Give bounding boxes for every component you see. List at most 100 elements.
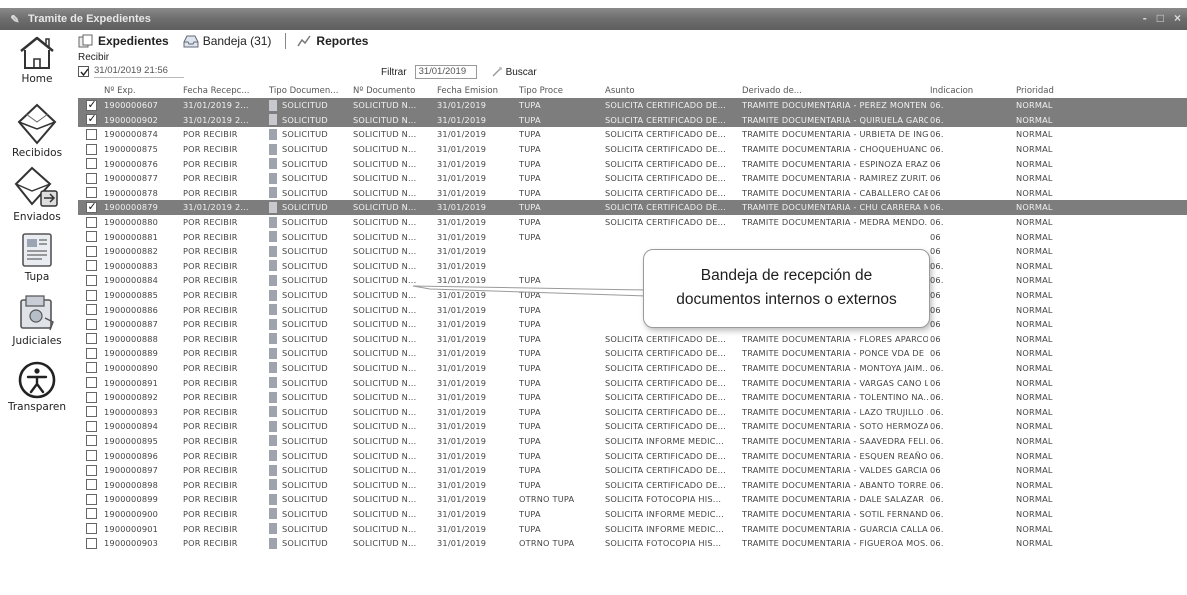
table-row[interactable]: 1900000902 31/01/2019 2... SOLICITUD SOLICI… — [78, 112, 1187, 128]
maximize-button[interactable]: □ — [1157, 11, 1164, 25]
row-select-cell — [78, 128, 102, 140]
row-checkbox[interactable] — [85, 479, 97, 491]
table-row[interactable]: 1900000903 POR RECIBIR SOLICITUD SOLICITUD … — [78, 536, 1187, 551]
table-row[interactable]: 1900000884 POR RECIBIR SOLICITUD SOLICITUD … — [78, 273, 1187, 288]
row-checkbox[interactable] — [85, 114, 97, 126]
row-checkbox[interactable] — [85, 231, 97, 243]
cell-tipo-proc: OTRNO TUPA — [519, 538, 575, 549]
sidebar-item-recibidos[interactable]: Recibidos — [0, 102, 74, 159]
table-row[interactable]: 1900000883 POR RECIBIR SOLICITUD SOLICITUD … — [78, 259, 1187, 274]
table-row[interactable]: 1900000875 POR RECIBIR SOLICITUD SOLICITUD … — [78, 142, 1187, 157]
row-checkbox[interactable] — [85, 420, 97, 432]
row-checkbox[interactable] — [85, 128, 97, 140]
row-checkbox[interactable] — [85, 158, 97, 170]
table-row[interactable]: 1900000896 POR RECIBIR SOLICITUD SOLICITUD … — [78, 448, 1187, 463]
row-checkbox[interactable] — [85, 537, 97, 549]
table-row[interactable]: 1900000897 POR RECIBIR SOLICITUD SOLICITUD … — [78, 463, 1187, 478]
column-header[interactable]: Fecha Recepc... — [181, 86, 267, 96]
row-checkbox[interactable] — [85, 289, 97, 301]
column-header[interactable]: Indicacion — [928, 86, 1014, 96]
sidebar-item-transparencia[interactable]: Transparen — [0, 360, 74, 413]
table-row[interactable]: 1900000892 POR RECIBIR SOLICITUD SOLICITUD … — [78, 390, 1187, 405]
cell-exp: 1900000884 — [104, 275, 159, 286]
table-row[interactable]: 1900000889 POR RECIBIR SOLICITUD SOLICITUD … — [78, 346, 1187, 361]
row-checkbox[interactable] — [85, 347, 97, 359]
table-row[interactable]: 1900000899 POR RECIBIR SOLICITUD SOLICITUD … — [78, 492, 1187, 507]
row-checkbox[interactable] — [85, 450, 97, 462]
cell-num-doc: SOLICITUD N... — [353, 114, 417, 125]
tab-bandeja[interactable]: Bandeja (31) — [183, 34, 271, 48]
minimize-button[interactable]: - — [1143, 11, 1147, 25]
sidebar-item-judiciales[interactable]: Judiciales — [0, 292, 74, 347]
sidebar-item-tupa[interactable]: Tupa — [0, 230, 74, 283]
column-header[interactable]: Nº Documento — [351, 86, 435, 96]
sidebar-item-home[interactable]: Home — [0, 34, 74, 85]
table-row[interactable]: 1900000881 POR RECIBIR SOLICITUD SOLICITUD … — [78, 229, 1187, 244]
row-checkbox[interactable] — [85, 99, 97, 111]
table-row[interactable]: 1900000891 POR RECIBIR SOLICITUD SOLICITUD … — [78, 375, 1187, 390]
table-row[interactable]: 1900000607 31/01/2019 2... SOLICITUD SOLICI… — [78, 98, 1187, 113]
recibir-date-field[interactable]: 31/01/2019 21:56 — [94, 65, 184, 78]
cell-prioridad: NORMAL — [1016, 187, 1053, 198]
row-checkbox[interactable] — [85, 245, 97, 257]
table-row[interactable]: 1900000890 POR RECIBIR SOLICITUD SOLICITUD … — [78, 361, 1187, 376]
row-checkbox[interactable] — [85, 391, 97, 403]
table-row[interactable]: 1900000882 POR RECIBIR SOLICITUD SOLICITUD … — [78, 244, 1187, 259]
table-row[interactable]: 1900000893 POR RECIBIR SOLICITUD SOLICITUD … — [78, 404, 1187, 419]
table-row[interactable]: 1900000900 POR RECIBIR SOLICITUD SOLICITUD … — [78, 507, 1187, 522]
cell-exp: 1900000885 — [104, 290, 159, 301]
table-row[interactable]: 1900000877 POR RECIBIR SOLICITUD SOLICITUD … — [78, 171, 1187, 186]
close-button[interactable]: × — [1174, 11, 1181, 25]
row-checkbox[interactable] — [85, 201, 97, 213]
row-checkbox[interactable] — [85, 143, 97, 155]
row-checkbox[interactable] — [85, 318, 97, 330]
row-checkbox[interactable] — [85, 508, 97, 520]
filter-date-input[interactable]: 31/01/2019 — [414, 65, 477, 79]
table-row[interactable]: 1900000898 POR RECIBIR SOLICITUD SOLICITUD … — [78, 477, 1187, 492]
row-checkbox[interactable] — [85, 216, 97, 228]
column-header[interactable]: Derivado de... — [740, 86, 928, 96]
tab-reportes[interactable]: Reportes — [296, 34, 368, 48]
row-checkbox[interactable] — [85, 333, 97, 345]
search-button[interactable]: Buscar — [491, 66, 537, 78]
row-checkbox[interactable] — [85, 377, 97, 389]
column-header[interactable]: Asunto — [603, 86, 740, 96]
row-checkbox[interactable] — [85, 435, 97, 447]
column-header[interactable]: Tipo Proce — [517, 86, 603, 96]
cell-tipo-proc: TUPA — [519, 129, 541, 140]
column-header[interactable]: Tipo Documen... — [267, 86, 351, 96]
row-checkbox[interactable] — [85, 260, 97, 272]
row-checkbox[interactable] — [85, 493, 97, 505]
cell-indicacion: 06 — [930, 348, 941, 359]
doc-type-icon — [269, 318, 277, 330]
table-row[interactable]: 1900000879 31/01/2019 2... SOLICITUD SOLICI… — [78, 200, 1187, 215]
row-checkbox[interactable] — [85, 523, 97, 535]
row-checkbox[interactable] — [85, 187, 97, 199]
tab-expedientes[interactable]: Expedientes — [78, 34, 169, 48]
table-row[interactable]: 1900000886 POR RECIBIR SOLICITUD SOLICITUD … — [78, 302, 1187, 317]
row-checkbox[interactable] — [85, 406, 97, 418]
column-header[interactable]: Prioridad — [1014, 86, 1084, 96]
row-checkbox[interactable] — [85, 304, 97, 316]
table-row[interactable]: 1900000901 POR RECIBIR SOLICITUD SOLICITUD … — [78, 521, 1187, 536]
table-row[interactable]: 1900000894 POR RECIBIR SOLICITUD SOLICITUD … — [78, 419, 1187, 434]
column-header[interactable]: Fecha Emision — [435, 86, 517, 96]
cell-indicacion: 06. — [930, 100, 944, 111]
row-checkbox[interactable] — [85, 362, 97, 374]
table-row[interactable]: 1900000874 POR RECIBIR SOLICITUD SOLICITUD … — [78, 127, 1187, 142]
table-row[interactable]: 1900000878 POR RECIBIR SOLICITUD SOLICITUD … — [78, 186, 1187, 201]
cell-tipo-doc: SOLICITUD — [267, 172, 351, 184]
recibir-checkbox[interactable] — [78, 65, 89, 77]
table-row[interactable]: 1900000885 POR RECIBIR SOLICITUD SOLICITUD … — [78, 288, 1187, 303]
table-row[interactable]: 1900000895 POR RECIBIR SOLICITUD SOLICITUD … — [78, 434, 1187, 449]
cell-tipo-proc: TUPA — [519, 144, 541, 155]
table-row[interactable]: 1900000888 POR RECIBIR SOLICITUD SOLICITUD … — [78, 332, 1187, 347]
table-row[interactable]: 1900000887 POR RECIBIR SOLICITUD SOLICITUD … — [78, 317, 1187, 332]
row-checkbox[interactable] — [85, 464, 97, 476]
row-checkbox[interactable] — [85, 274, 97, 286]
table-row[interactable]: 1900000880 POR RECIBIR SOLICITUD SOLICITUD … — [78, 215, 1187, 230]
column-header[interactable]: Nº Exp. — [102, 86, 181, 96]
sidebar-item-enviados[interactable]: Enviados — [0, 164, 74, 223]
table-row[interactable]: 1900000876 POR RECIBIR SOLICITUD SOLICITUD … — [78, 156, 1187, 171]
row-checkbox[interactable] — [85, 172, 97, 184]
